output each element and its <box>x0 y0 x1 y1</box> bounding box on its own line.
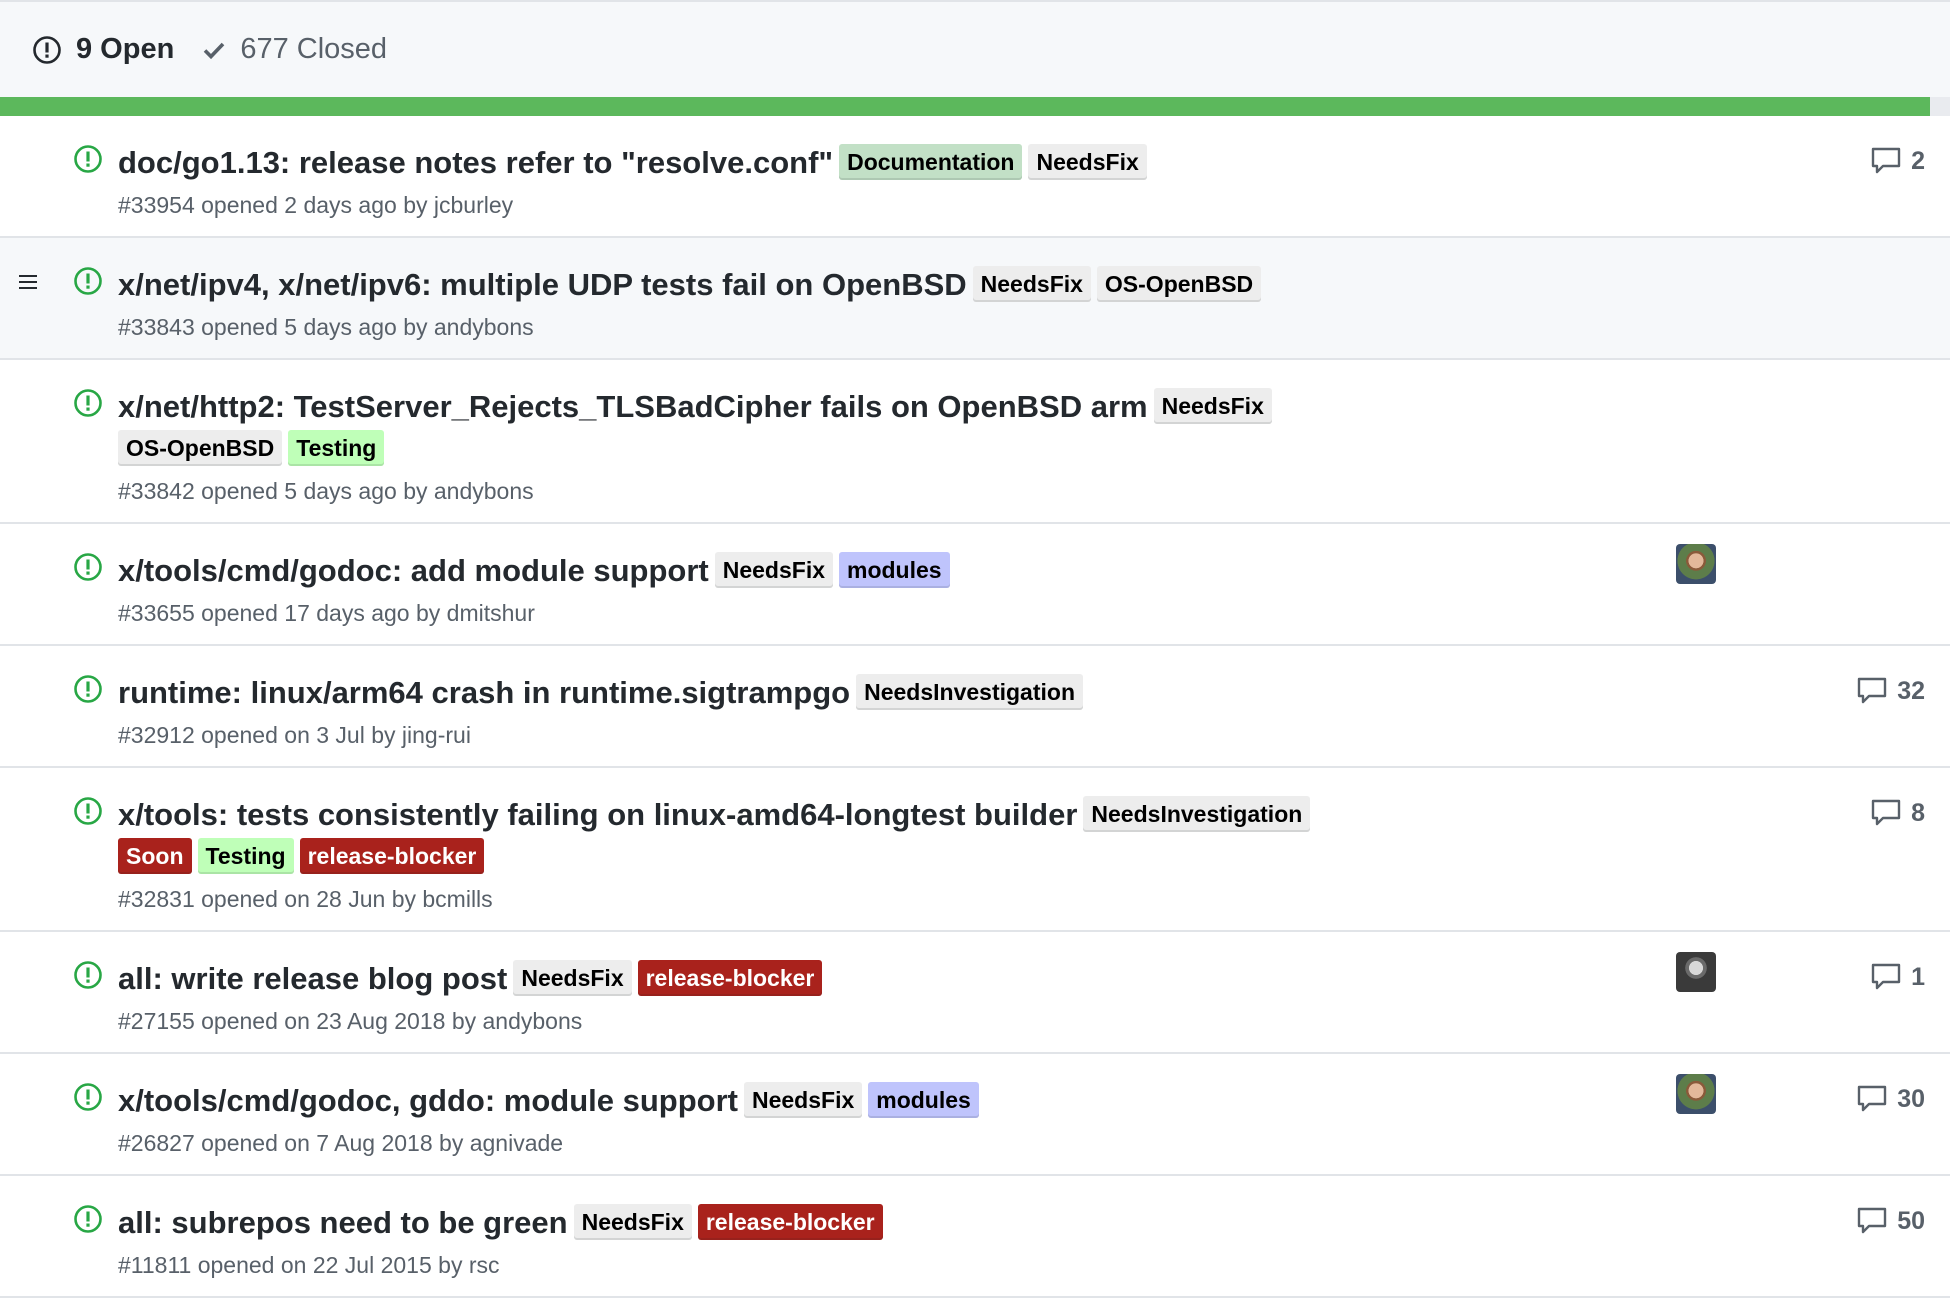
label-needsinvestigation[interactable]: NeedsInvestigation <box>1083 796 1311 832</box>
label-needsfix[interactable]: NeedsFix <box>972 266 1091 302</box>
assignee-avatar[interactable] <box>1676 1074 1716 1114</box>
issue-title-line: all: subrepos need to be green NeedsFix re… <box>118 1202 1618 1244</box>
label-testing[interactable]: Testing <box>288 430 385 466</box>
issue-meta: #11811 opened on 22 Jul 2015 by rsc <box>118 1252 500 1278</box>
assignee-avatar[interactable] <box>1676 952 1716 992</box>
assignee-avatar[interactable] <box>1676 544 1716 584</box>
issue-title-link[interactable]: x/tools/cmd/godoc: add module support <box>118 553 709 588</box>
issue-row[interactable]: doc/go1.13: release notes refer to "reso… <box>0 116 1950 238</box>
issue-title-link[interactable]: x/net/ipv4, x/net/ipv6: multiple UDP tes… <box>118 267 967 302</box>
issue-opened-icon <box>74 797 102 825</box>
issue-row[interactable]: x/tools: tests consistently failing on l… <box>0 768 1950 932</box>
comments-link[interactable]: 8 <box>1871 798 1925 828</box>
issues-state-header: 9 Open 677 Closed <box>0 0 1950 97</box>
closed-progress-bar <box>0 97 1950 116</box>
check-icon <box>204 42 225 59</box>
issue-meta: #32831 opened on 28 Jun by bcmills <box>118 886 493 912</box>
comment-count: 30 <box>1897 1084 1925 1113</box>
issue-opened-icon <box>74 1083 102 1111</box>
comment-count: 32 <box>1897 676 1925 705</box>
progress-fill <box>0 97 1930 116</box>
issue-title-line: x/tools/cmd/godoc, gddo: module support N… <box>118 1080 1618 1122</box>
label-release-blocker[interactable]: release-blocker <box>637 960 823 996</box>
issue-title-link[interactable]: x/tools: tests consistently failing on l… <box>118 797 1077 832</box>
issue-title-link[interactable]: runtime: linux/arm64 crash in runtime.si… <box>118 675 850 710</box>
label-needsfix[interactable]: NeedsFix <box>573 1204 692 1240</box>
comment-icon <box>1871 963 1901 990</box>
comment-count: 50 <box>1897 1206 1925 1235</box>
comments-link[interactable]: 32 <box>1857 676 1925 706</box>
issue-title-line: runtime: linux/arm64 crash in runtime.si… <box>118 672 1618 714</box>
comment-icon <box>1857 1085 1887 1112</box>
label-os-openbsd[interactable]: OS-OpenBSD <box>118 430 283 466</box>
label-testing[interactable]: Testing <box>197 838 294 874</box>
issue-row[interactable]: x/tools/cmd/godoc, gddo: module support N… <box>0 1054 1950 1176</box>
comment-count: 8 <box>1911 798 1925 827</box>
label-release-blocker[interactable]: release-blocker <box>697 1204 883 1240</box>
comment-icon <box>1871 799 1901 826</box>
comments-link[interactable]: 50 <box>1857 1206 1925 1236</box>
closed-issues-tab[interactable]: 677 Closed <box>202 33 387 66</box>
issue-list: doc/go1.13: release notes refer to "reso… <box>0 116 1950 1298</box>
comment-count: 2 <box>1911 146 1925 175</box>
issue-meta: #26827 opened on 7 Aug 2018 by agnivade <box>118 1130 564 1156</box>
comments-link[interactable]: 1 <box>1871 962 1925 992</box>
issue-title-line: doc/go1.13: release notes refer to "reso… <box>118 142 1618 184</box>
closed-issues-count: 677 Closed <box>240 33 388 65</box>
issue-meta: #33655 opened 17 days ago by dmitshur <box>118 600 535 626</box>
issue-opened-icon <box>33 35 61 64</box>
label-needsfix[interactable]: NeedsFix <box>714 552 833 588</box>
label-modules[interactable]: modules <box>868 1082 979 1118</box>
issue-opened-icon <box>74 389 102 417</box>
issue-row[interactable]: all: write release blog post NeedsFix rele… <box>0 932 1950 1054</box>
issue-opened-icon <box>74 553 102 581</box>
issue-opened-icon <box>74 145 102 173</box>
label-os-openbsd[interactable]: OS-OpenBSD <box>1096 266 1262 302</box>
label-needsfix[interactable]: NeedsFix <box>1028 144 1147 180</box>
issue-row[interactable]: x/net/http2: TestServer_Rejects_TLSBadCi… <box>0 360 1950 524</box>
label-soon[interactable]: Soon <box>118 838 192 874</box>
issue-title-link[interactable]: x/net/http2: TestServer_Rejects_TLSBadCi… <box>118 389 1148 424</box>
issue-opened-icon <box>74 961 102 989</box>
issue-title-line: x/net/ipv4, x/net/ipv6: multiple UDP tes… <box>118 264 1618 306</box>
issue-opened-icon <box>74 267 102 295</box>
issue-meta: #33843 opened 5 days ago by andybons <box>118 314 534 340</box>
issue-meta: #32912 opened on 3 Jul by jing-rui <box>118 722 471 748</box>
issue-meta: #33954 opened 2 days ago by jcburley <box>118 192 514 218</box>
issue-row[interactable]: runtime: linux/arm64 crash in runtime.si… <box>0 646 1950 768</box>
issue-title-link[interactable]: doc/go1.13: release notes refer to "reso… <box>118 145 833 180</box>
label-modules[interactable]: modules <box>839 552 950 588</box>
label-needsfix[interactable]: NeedsFix <box>1153 388 1272 424</box>
issue-title-line: x/tools: tests consistently failing on l… <box>118 794 1618 878</box>
open-issues-count: 9 Open <box>76 33 175 65</box>
issue-row[interactable]: all: subrepos need to be green NeedsFix re… <box>0 1176 1950 1298</box>
issue-meta: #27155 opened on 23 Aug 2018 by andybons <box>118 1008 583 1034</box>
label-release-blocker[interactable]: release-blocker <box>299 838 485 874</box>
comment-icon <box>1857 677 1887 704</box>
issue-row[interactable]: x/tools/cmd/godoc: add module support Nee… <box>0 524 1950 646</box>
comments-link[interactable]: 30 <box>1857 1084 1925 1114</box>
label-needsinvestigation[interactable]: NeedsInvestigation <box>856 674 1083 710</box>
issue-title-link[interactable]: x/tools/cmd/godoc, gddo: module support <box>118 1083 738 1118</box>
issue-title-line: x/tools/cmd/godoc: add module support Nee… <box>118 550 1618 592</box>
drag-handle-icon[interactable] <box>19 275 37 289</box>
issue-title-link[interactable]: all: subrepos need to be green <box>118 1205 568 1240</box>
comment-icon <box>1857 1207 1887 1234</box>
open-issues-tab[interactable]: 9 Open <box>32 33 174 66</box>
label-needsfix[interactable]: NeedsFix <box>743 1082 863 1118</box>
issue-row[interactable]: x/net/ipv4, x/net/ipv6: multiple UDP tes… <box>0 238 1950 360</box>
comment-icon <box>1871 147 1901 174</box>
issue-meta: #33842 opened 5 days ago by andybons <box>118 478 534 504</box>
label-needsfix[interactable]: NeedsFix <box>513 960 632 996</box>
comment-count: 1 <box>1911 962 1925 991</box>
issue-title-line: x/net/http2: TestServer_Rejects_TLSBadCi… <box>118 386 1618 470</box>
comments-link[interactable]: 2 <box>1871 146 1925 176</box>
issue-opened-icon <box>74 1205 102 1233</box>
issue-title-link[interactable]: all: write release blog post <box>118 961 507 996</box>
issue-title-line: all: write release blog post NeedsFix rele… <box>118 958 1618 1000</box>
issue-opened-icon <box>74 675 102 703</box>
label-documentation[interactable]: Documentation <box>839 144 1023 180</box>
